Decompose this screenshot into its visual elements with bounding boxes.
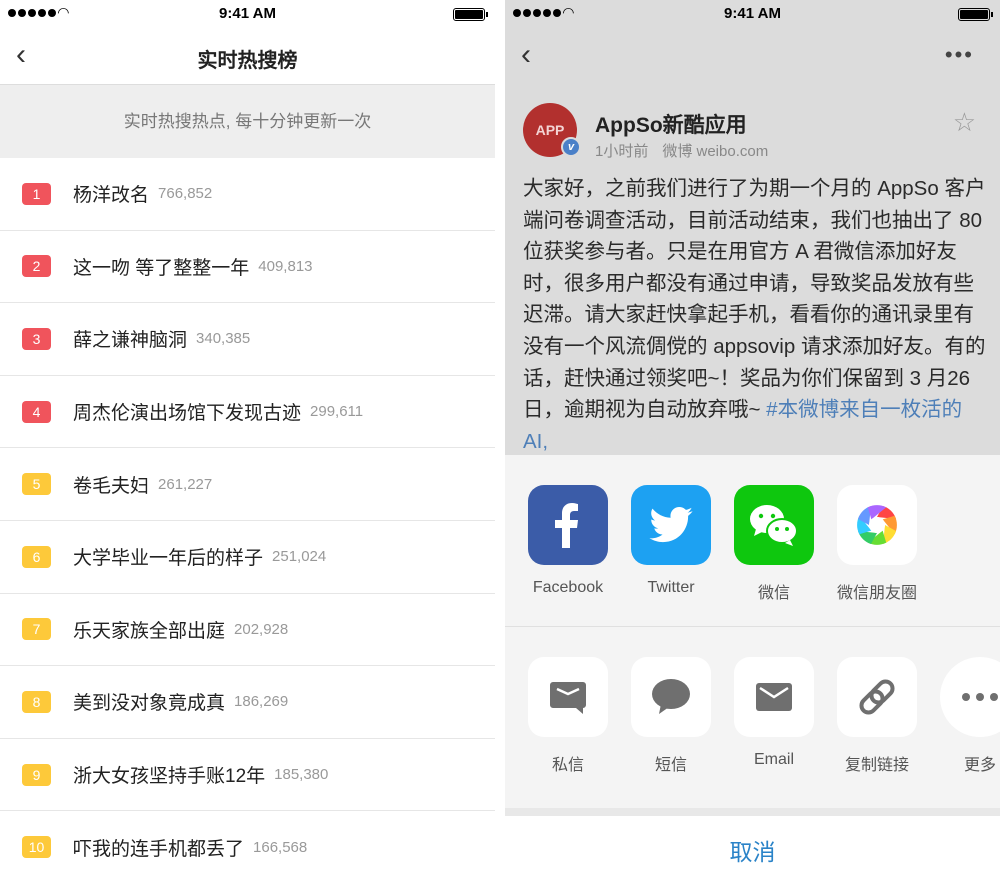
twitter-icon — [631, 485, 711, 565]
status-time: 9:41 AM — [219, 5, 276, 22]
item-count: 409,813 — [258, 257, 313, 275]
rank-badge: 9 — [22, 763, 51, 786]
share-label: 复制链接 — [844, 757, 909, 774]
item-count: 261,227 — [158, 475, 213, 493]
share-sms[interactable]: 短信 — [626, 657, 716, 775]
rank-badge: 7 — [22, 618, 51, 641]
item-title: 浙大女孩坚持手账12年 — [73, 766, 266, 788]
hot-search-screen: ◠ 9:41 AM ‹ 实时热搜榜 实时热搜热点, 每十分钟更新一次 1 杨洋改名… — [0, 0, 495, 881]
list-item[interactable]: 6 大学毕业一年后的样子 251,024 — [0, 521, 495, 594]
item-title: 吓我的连手机都丢了 — [73, 838, 245, 860]
item-count: 299,611 — [310, 403, 364, 421]
post-body: 大家好，之前我们进行了为期一个月的 AppSo 客户端问卷调查活动，目前活动结束… — [523, 173, 990, 457]
verified-badge-icon: v — [561, 137, 581, 157]
post-time: 1小时前 — [595, 143, 649, 160]
share-sheet: Facebook Twitter 微信 微信朋友圈 私信 短信 Email 复制链接 更多 取… — [505, 455, 1000, 881]
direct-message-icon — [528, 657, 608, 737]
item-count: 185,380 — [274, 766, 329, 784]
item-title: 杨洋改名 — [73, 185, 150, 207]
rank-badge: 10 — [22, 836, 51, 859]
more-icon — [940, 657, 1000, 737]
list-item[interactable]: 7 乐天家族全部出庭 202,928 — [0, 594, 495, 667]
more-options-button[interactable]: ••• — [945, 42, 974, 68]
facebook-icon — [528, 485, 608, 565]
rank-badge: 4 — [22, 400, 51, 423]
list-item[interactable]: 4 周杰伦演出场馆下发现古迹 299,611 — [0, 376, 495, 449]
item-title: 这一吻 等了整整一年 — [73, 257, 250, 279]
divider — [495, 0, 505, 881]
item-count: 186,269 — [234, 693, 289, 711]
cancel-button[interactable]: 取消 — [505, 808, 1000, 881]
item-title: 乐天家族全部出庭 — [73, 620, 226, 642]
list-item[interactable]: 3 薛之谦神脑洞 340,385 — [0, 303, 495, 376]
list-item[interactable]: 5 卷毛夫妇 261,227 — [0, 448, 495, 521]
nav-bar: ‹ ••• — [505, 28, 1000, 85]
rank-badge: 2 — [22, 255, 51, 278]
list-item[interactable]: 2 这一吻 等了整整一年 409,813 — [0, 231, 495, 304]
back-button[interactable]: ‹ — [521, 38, 531, 72]
share-more[interactable]: 更多 — [935, 657, 1000, 775]
share-label: 短信 — [654, 757, 687, 774]
rank-badge: 1 — [22, 182, 51, 205]
rank-badge: 5 — [22, 473, 51, 496]
share-direct-message[interactable]: 私信 — [523, 657, 613, 775]
share-actions-row: 私信 短信 Email 复制链接 更多 — [505, 627, 1000, 799]
item-title: 薛之谦神脑洞 — [73, 330, 188, 352]
post-meta: 1小时前 微博 weibo.com — [595, 140, 782, 161]
share-label: 微信朋友圈 — [836, 585, 917, 602]
wechat-icon — [734, 485, 814, 565]
item-title: 周杰伦演出场馆下发现古迹 — [73, 403, 302, 425]
share-link[interactable]: 复制链接 — [832, 657, 922, 775]
item-title: 美到没对象竟成真 — [73, 693, 226, 715]
rank-badge: 6 — [22, 545, 51, 568]
share-apps-row: Facebook Twitter 微信 微信朋友圈 — [505, 455, 1000, 627]
item-title: 卷毛夫妇 — [73, 475, 150, 497]
rank-badge: 3 — [22, 327, 51, 350]
link-icon — [837, 657, 917, 737]
share-twitter[interactable]: Twitter — [626, 485, 716, 597]
share-label: 微信 — [757, 585, 790, 602]
share-screen: ◠ 9:41 AM ‹ ••• APP v AppSo新酷应用 1小时前 微博 w… — [505, 0, 1000, 881]
item-count: 166,568 — [253, 838, 308, 856]
status-bar: ◠ 9:41 AM — [0, 0, 495, 28]
item-title: 大学毕业一年后的样子 — [73, 548, 264, 570]
status-time: 9:41 AM — [724, 5, 781, 22]
battery-icon — [958, 8, 993, 21]
item-count: 766,852 — [158, 185, 213, 203]
share-facebook[interactable]: Facebook — [523, 485, 613, 597]
page-title: 实时热搜榜 — [197, 50, 298, 72]
moments-icon — [837, 485, 917, 565]
share-label: Twitter — [647, 579, 695, 596]
share-moments[interactable]: 微信朋友圈 — [832, 485, 922, 603]
hot-search-list: 1 杨洋改名 766,852 2 这一吻 等了整整一年 409,813 3 薛之谦神脑洞 340… — [0, 158, 495, 881]
weibo-post: APP v AppSo新酷应用 1小时前 微博 weibo.com ☆ 大家好，之… — [505, 85, 1000, 455]
share-label: Email — [753, 751, 794, 768]
rank-badge: 8 — [22, 690, 51, 713]
nav-bar: ‹ 实时热搜榜 — [0, 28, 495, 85]
update-banner: 实时热搜热点, 每十分钟更新一次 — [0, 85, 495, 158]
post-source: 微博 weibo.com — [662, 143, 769, 160]
share-label: 私信 — [551, 757, 584, 774]
share-wechat[interactable]: 微信 — [729, 485, 819, 603]
item-count: 202,928 — [234, 620, 289, 638]
item-count: 251,024 — [272, 548, 327, 566]
list-item[interactable]: 10 吓我的连手机都丢了 166,568 — [0, 811, 495, 881]
list-item[interactable]: 8 美到没对象竟成真 186,269 — [0, 666, 495, 739]
item-count: 340,385 — [196, 330, 251, 348]
star-icon[interactable]: ☆ — [953, 107, 976, 138]
battery-icon — [453, 8, 488, 21]
post-text: 大家好，之前我们进行了为期一个月的 AppSo 客户端问卷调查活动，目前活动结束… — [523, 177, 986, 422]
email-icon — [734, 657, 814, 737]
share-label: Facebook — [532, 579, 604, 596]
status-bar: ◠ 9:41 AM — [505, 0, 1000, 28]
author-name[interactable]: AppSo新酷应用 — [595, 109, 747, 139]
sms-icon — [631, 657, 711, 737]
list-item[interactable]: 1 杨洋改名 766,852 — [0, 158, 495, 231]
share-email[interactable]: Email — [729, 657, 819, 769]
list-item[interactable]: 9 浙大女孩坚持手账12年 185,380 — [0, 739, 495, 812]
share-label: 更多 — [963, 757, 996, 774]
